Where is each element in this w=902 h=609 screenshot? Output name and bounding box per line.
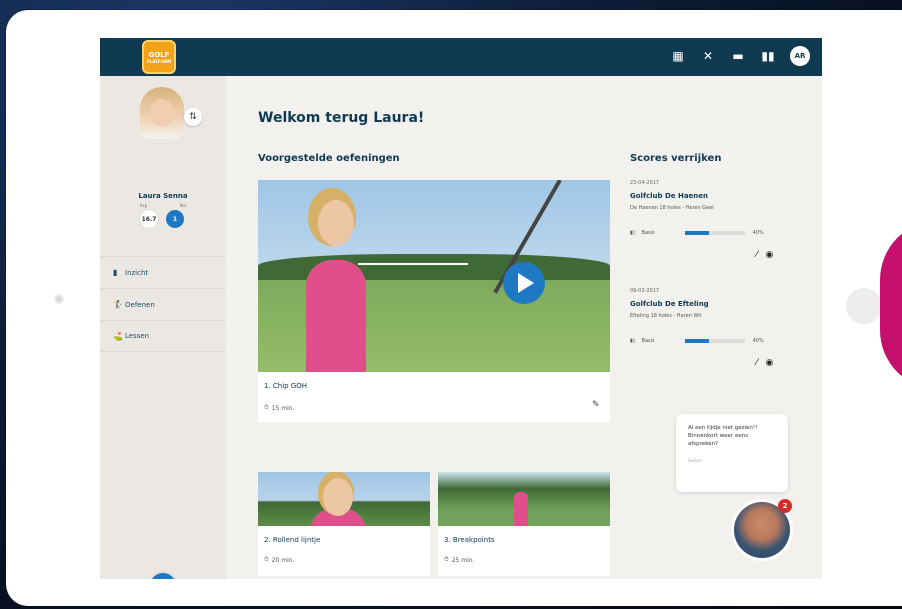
handicap-badge: 16.7 <box>140 210 158 228</box>
user-avatar[interactable]: AR <box>790 46 810 66</box>
score-club[interactable]: Golfclub De Haenen <box>630 192 708 200</box>
sidebar-item-label: Oefenen <box>125 300 155 309</box>
exercise-title: 3. Breakpoints <box>444 536 495 544</box>
hcp-label: hcp <box>140 203 148 208</box>
chat-dismiss[interactable]: Sluiten <box>688 458 776 463</box>
score-date: 09-03-2017 <box>630 288 660 294</box>
score-course: De Haenen 18 holes - Heren Geel <box>630 205 714 211</box>
timer-icon: ⏱ <box>264 404 269 411</box>
app-screen: GOLF PLATFORM ▦ ✕ ▬ ▮▮ AR ⇅ Laura Senna … <box>100 38 822 579</box>
page-title: Welkom terug Laura! <box>258 110 425 126</box>
folder-icon[interactable]: ▬ <box>730 49 746 63</box>
edit-icon[interactable]: ✎ <box>592 400 600 410</box>
chat-bubble[interactable]: Al een tijdje niet gezien!! Binnenkort w… <box>676 414 788 492</box>
timer-icon: ⏱ <box>264 556 269 563</box>
profile-photo[interactable] <box>140 87 184 139</box>
level-icon: ▮▯ <box>630 338 636 344</box>
score-progress-fill <box>684 231 709 235</box>
rank-label: Rol <box>179 203 186 208</box>
featured-duration-text: 15 min. <box>271 404 295 412</box>
home-button <box>846 288 882 324</box>
wand-icon[interactable]: ⁄ <box>756 358 758 368</box>
chat-message: Al een tijdje niet gezien!! Binnenkort w… <box>688 425 758 447</box>
featured-duration: ⏱ 15 min. <box>264 404 294 412</box>
sidebar: ⇅ Laura Senna hcp Rol 16.7 1 ▮ Inzicht 🏌… <box>100 76 226 579</box>
score-progress-row: ▮▯ Basis 40% <box>630 230 764 236</box>
top-navigation-bar: GOLF PLATFORM ▦ ✕ ▬ ▮▮ AR <box>100 38 822 76</box>
video-person-head <box>318 200 354 246</box>
golf-tee-icon: 🏌 <box>113 300 123 309</box>
timer-icon: ⏱ <box>444 556 449 563</box>
video-person-head <box>323 478 353 516</box>
score-percent: 40% <box>752 338 764 344</box>
add-button[interactable]: + <box>150 573 176 579</box>
grid-icon[interactable]: ▦ <box>670 49 686 63</box>
video-person <box>306 260 366 372</box>
play-button[interactable] <box>503 262 545 304</box>
exercises-title: Voorgestelde oefeningen <box>258 153 400 164</box>
profile-labels: hcp Rol <box>140 203 186 208</box>
logo-subtext: PLATFORM <box>146 58 172 64</box>
golf-logo[interactable]: GOLF PLATFORM <box>142 40 176 74</box>
score-progress-row: ▮▯ Basis 40% <box>630 338 764 344</box>
score-course: Efteling 18 holes - Heren Wit <box>630 313 702 319</box>
score-actions: ⁄ ◉ <box>756 358 773 368</box>
exercise-duration: ⏱ 20 min. <box>264 556 294 564</box>
eye-icon[interactable]: ◉ <box>766 250 774 260</box>
exercise-card-2-meta[interactable]: 2. Rollend lijntje ⏱ 20 min. <box>258 526 430 576</box>
sidebar-item-label: Lessen <box>125 332 150 340</box>
rank-badge: 1 <box>166 210 184 228</box>
level-icon: ▮▯ <box>630 230 636 236</box>
score-progress-bar <box>684 231 745 235</box>
score-date: 23-04-2017 <box>630 180 660 186</box>
lesson-icon: ⛳ <box>113 331 123 341</box>
logo-text: GOLF <box>148 50 170 59</box>
featured-card-meta[interactable]: 1. Chip GOH ⏱ 15 min. ✎ <box>258 372 610 422</box>
score-club[interactable]: Golfclub De Efteling <box>630 300 709 308</box>
featured-title: 1. Chip GOH <box>264 382 308 390</box>
sidebar-item-label: Inzicht <box>125 268 149 277</box>
video-guide-line <box>358 263 468 265</box>
chart-icon: ▮ <box>113 268 118 277</box>
profile-face <box>150 99 174 127</box>
chart-icon[interactable]: ▮▮ <box>760 49 776 63</box>
score-level: Basis <box>641 338 655 344</box>
featured-video[interactable] <box>258 180 610 372</box>
eye-icon[interactable]: ◉ <box>766 358 774 368</box>
sidebar-item-oefenen[interactable]: 🏌 Oefenen <box>100 288 226 320</box>
exercise-title: 2. Rollend lijntje <box>264 536 321 544</box>
exercise-duration-text: 25 min. <box>451 556 475 564</box>
exercise-duration: ⏱ 25 min. <box>444 556 474 564</box>
score-progress-bar <box>684 339 745 343</box>
notification-badge: 2 <box>778 499 792 513</box>
play-icon <box>518 273 534 293</box>
exercise-card-3-meta[interactable]: 3. Breakpoints ⏱ 25 min. <box>438 526 610 576</box>
exercise-duration-text: 20 min. <box>271 556 295 564</box>
sidebar-nav: ▮ Inzicht 🏌 Oefenen ⛳ Lessen <box>100 256 226 352</box>
sidebar-item-lessen[interactable]: ⛳ Lessen <box>100 320 226 352</box>
top-icons: ▦ ✕ ▬ ▮▮ AR <box>670 46 810 66</box>
camera-dot <box>54 294 64 304</box>
profile-name: Laura Senna <box>138 192 188 200</box>
score-actions: ⁄ ◉ <box>756 250 773 260</box>
wand-icon[interactable]: ⁄ <box>756 250 758 260</box>
tools-icon[interactable]: ✕ <box>700 49 716 63</box>
score-level: Basis <box>641 230 655 236</box>
score-progress-fill <box>684 339 709 343</box>
sidebar-item-inzicht[interactable]: ▮ Inzicht <box>100 256 226 288</box>
swap-icon[interactable]: ⇅ <box>184 108 202 126</box>
scores-title: Scores verrijken <box>630 153 722 164</box>
score-percent: 40% <box>752 230 764 236</box>
